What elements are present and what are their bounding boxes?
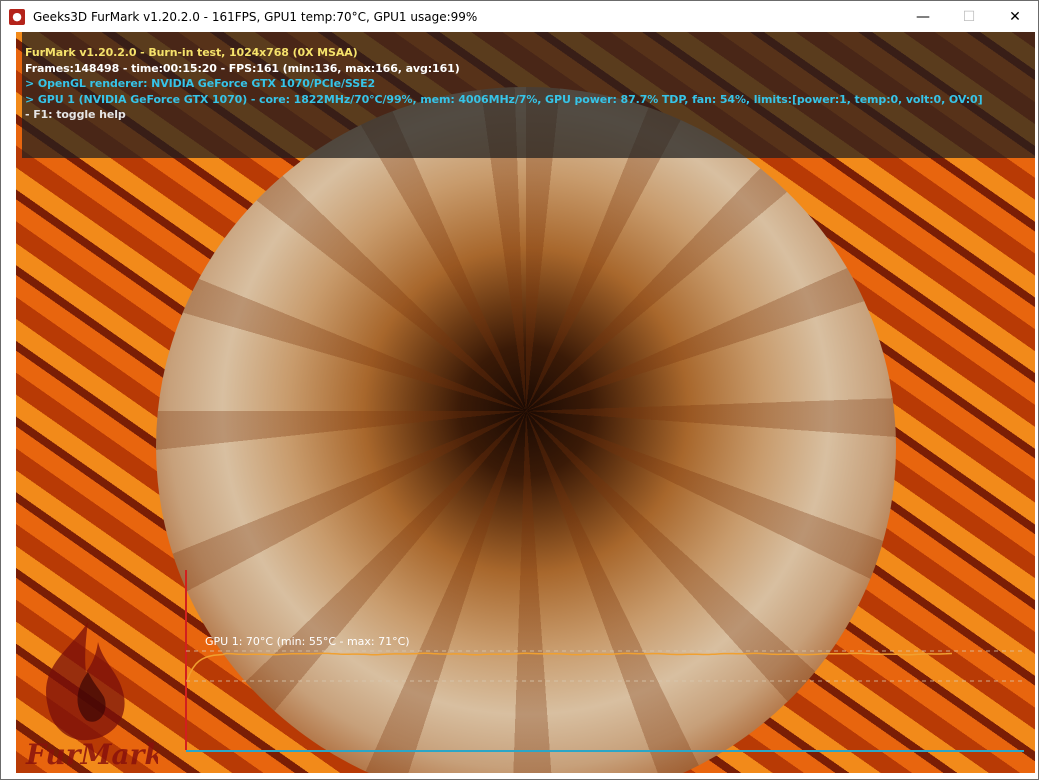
furmark-flame-icon[interactable]: ● — [9, 8, 25, 25]
minimize-button[interactable]: — — [900, 1, 946, 32]
logo-text: FurMark — [25, 738, 158, 771]
close-button[interactable]: ✕ — [992, 1, 1038, 32]
furmark-window: ● Geeks3D FurMark v1.20.2.0 - 161FPS, GP… — [0, 0, 1039, 780]
window-title: Geeks3D FurMark v1.20.2.0 - 161FPS, GPU1… — [33, 9, 478, 24]
render-viewport[interactable]: FurMark v1.20.2.0 - Burn-in test, 1024x7… — [16, 32, 1035, 773]
furmark-logo: FurMark — [25, 622, 158, 771]
hud-help-line: - F1: toggle help — [25, 108, 126, 121]
temperature-graph: GPU 1: 70°C (min: 55°C - max: 71°C) — [184, 570, 1026, 754]
hud-renderer-line: > OpenGL renderer: NVIDIA GeForce GTX 10… — [25, 77, 376, 90]
temperature-graph-svg — [185, 570, 1024, 752]
hud-overlay: FurMark v1.20.2.0 - Burn-in test, 1024x7… — [22, 32, 1035, 158]
maximize-button[interactable]: ☐ — [946, 1, 992, 32]
temperature-line — [186, 652, 953, 682]
hud-title-line: FurMark v1.20.2.0 - Burn-in test, 1024x7… — [25, 46, 358, 59]
hud-gpu-info-line: > GPU 1 (NVIDIA GeForce GTX 1070) - core… — [25, 93, 983, 106]
temperature-graph-label: GPU 1: 70°C (min: 55°C - max: 71°C) — [205, 635, 410, 648]
title-bar[interactable]: ● Geeks3D FurMark v1.20.2.0 - 161FPS, GP… — [1, 1, 1038, 32]
window-controls: — ☐ ✕ — [900, 1, 1038, 32]
hud-stats-line: Frames:148498 - time:00:15:20 - FPS:161 … — [25, 62, 460, 75]
